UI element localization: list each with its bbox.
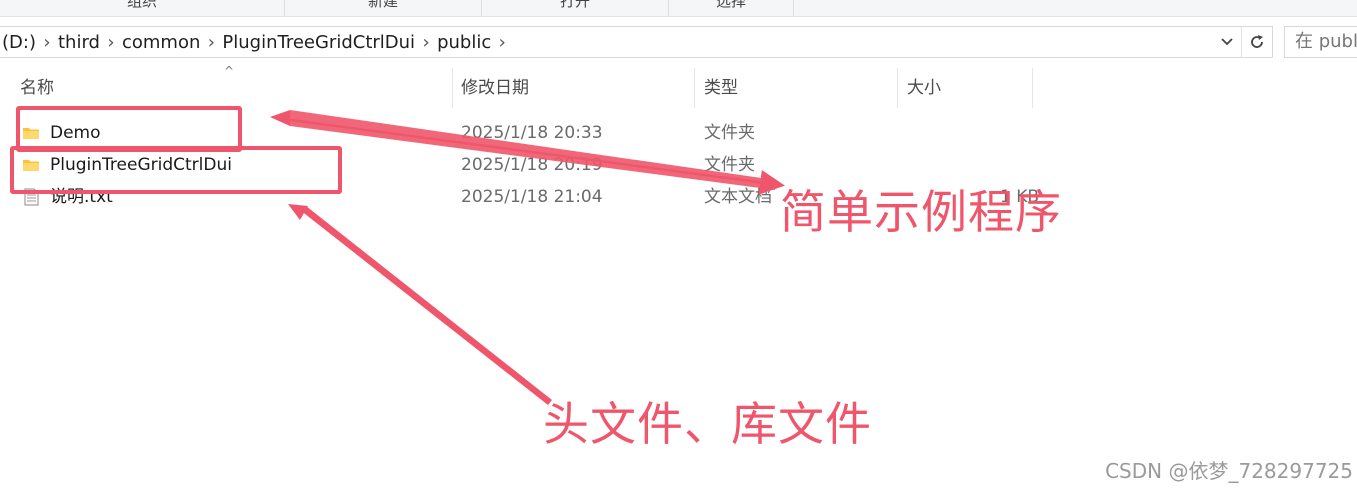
watermark: CSDN @依梦_728297725 bbox=[1105, 459, 1353, 483]
arrow-shaft-demo bbox=[290, 110, 775, 190]
arrow-shaft-plugin bbox=[300, 206, 552, 405]
annotation-label-lib: 头文件、库文件 bbox=[543, 397, 872, 451]
file-explorer-window: 组织 新建 打开 选择 (D:) › third › common › Plug… bbox=[0, 0, 1357, 492]
annotation-label-demo: 简单示例程序 bbox=[780, 185, 1062, 239]
arrowhead-demo bbox=[270, 110, 290, 126]
